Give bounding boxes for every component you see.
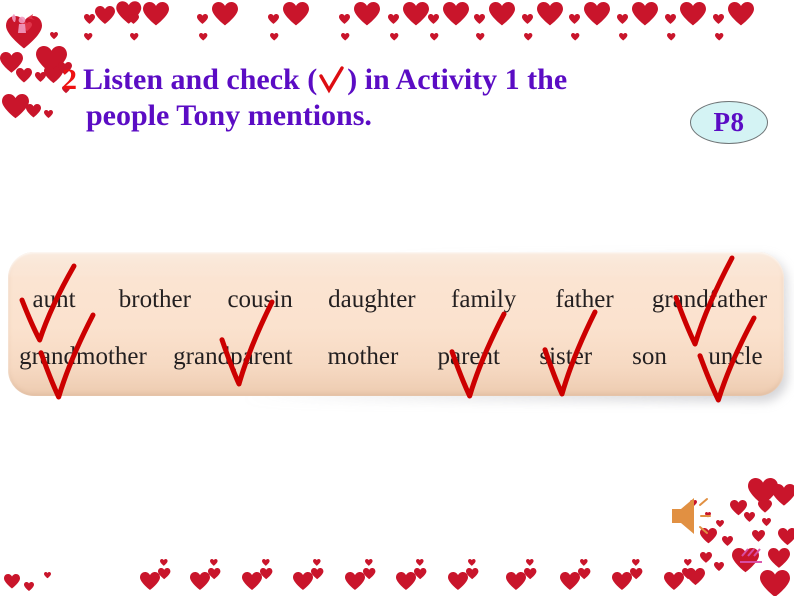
word-family[interactable]: family xyxy=(433,286,534,314)
title-text-before: Listen and check ( xyxy=(83,63,318,96)
bottom-heart-border xyxy=(140,559,695,590)
page-badge: P8 xyxy=(690,101,768,144)
word-panel: aunt brother cousin daughter family father gra… xyxy=(6,248,788,404)
slide-canvas: 2 Listen and check ( ) in Activity 1 the p… xyxy=(0,0,794,596)
panel-surface: aunt brother cousin daughter family father gra… xyxy=(8,252,784,396)
activity-number: 2 xyxy=(62,63,77,96)
bottom-left-heart-accents xyxy=(4,572,51,591)
word-cousin[interactable]: cousin xyxy=(210,286,311,314)
word-daughter[interactable]: daughter xyxy=(311,286,434,314)
speaker-icon[interactable] xyxy=(668,495,716,537)
cupid-icon xyxy=(12,14,35,33)
word-aunt[interactable]: aunt xyxy=(8,286,100,314)
title-text-after: ) in Activity 1 the xyxy=(347,63,568,96)
word-row-1: aunt brother cousin daughter family father gra… xyxy=(8,286,784,314)
panel-gloss xyxy=(8,252,784,278)
word-grandmother[interactable]: grandmother xyxy=(8,343,158,371)
word-father[interactable]: father xyxy=(534,286,635,314)
sparkle-icon xyxy=(740,548,762,563)
word-brother[interactable]: brother xyxy=(100,286,210,314)
word-uncle[interactable]: uncle xyxy=(687,343,784,371)
page-badge-label: P8 xyxy=(713,107,745,137)
check-mark-icon xyxy=(317,66,347,94)
title-line-2: people Tony mentions. xyxy=(86,99,372,132)
word-grandfather[interactable]: grandfather xyxy=(635,286,784,314)
slide-title: 2 Listen and check ( ) in Activity 1 the p… xyxy=(62,62,762,134)
word-parent[interactable]: parent xyxy=(418,343,519,371)
top-heart-border xyxy=(84,1,754,41)
title-line-1: 2 Listen and check ( ) in Activity 1 the xyxy=(62,62,762,98)
word-son[interactable]: son xyxy=(612,343,687,371)
word-mother[interactable]: mother xyxy=(308,343,418,371)
word-sister[interactable]: sister xyxy=(519,343,612,371)
word-grandparent[interactable]: grandparent xyxy=(158,343,308,371)
word-row-2: grandmother grandparent mother parent sister… xyxy=(8,343,784,371)
